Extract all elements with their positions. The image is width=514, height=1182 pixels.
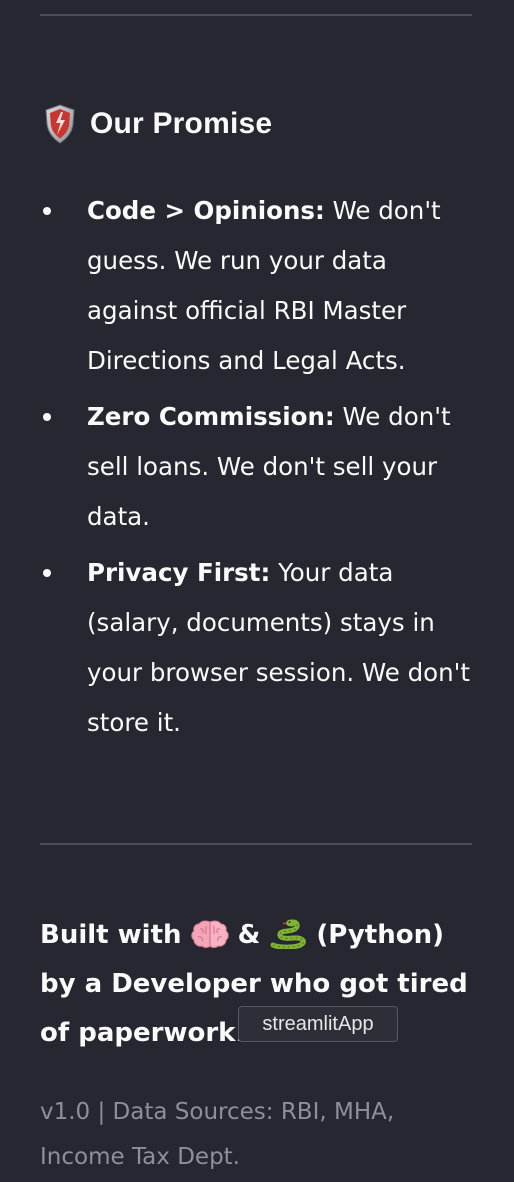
promise-title: Our Promise <box>90 107 273 140</box>
promise-list: Code > Opinions: We don't guess. We run … <box>43 186 477 754</box>
shield-icon <box>44 104 76 144</box>
divider-top <box>40 14 472 16</box>
item-label: Code > Opinions: <box>87 196 325 225</box>
list-item: Zero Commission: We don't sell loans. We… <box>43 392 477 542</box>
tooltip: streamlitApp <box>238 1006 398 1042</box>
version-sources-text: v1.0 | Data Sources: RBI, MHA, Income Ta… <box>40 1099 395 1170</box>
built-with-part: Built with <box>40 920 191 950</box>
list-item: Code > Opinions: We don't guess. We run … <box>43 186 477 386</box>
item-label: Zero Commission: <box>87 402 335 431</box>
built-with-part: & <box>228 920 270 950</box>
snake-emoji-icon <box>269 917 307 950</box>
bullet <box>43 413 51 421</box>
item-label: Privacy First: <box>87 558 271 587</box>
brain-emoji-icon <box>190 917 229 948</box>
list-item: Privacy First: Your data (salary, docume… <box>43 548 477 748</box>
bullet <box>43 569 51 577</box>
divider-middle <box>40 843 472 845</box>
promise-heading: Our Promise <box>44 102 272 146</box>
bullet <box>43 207 51 215</box>
